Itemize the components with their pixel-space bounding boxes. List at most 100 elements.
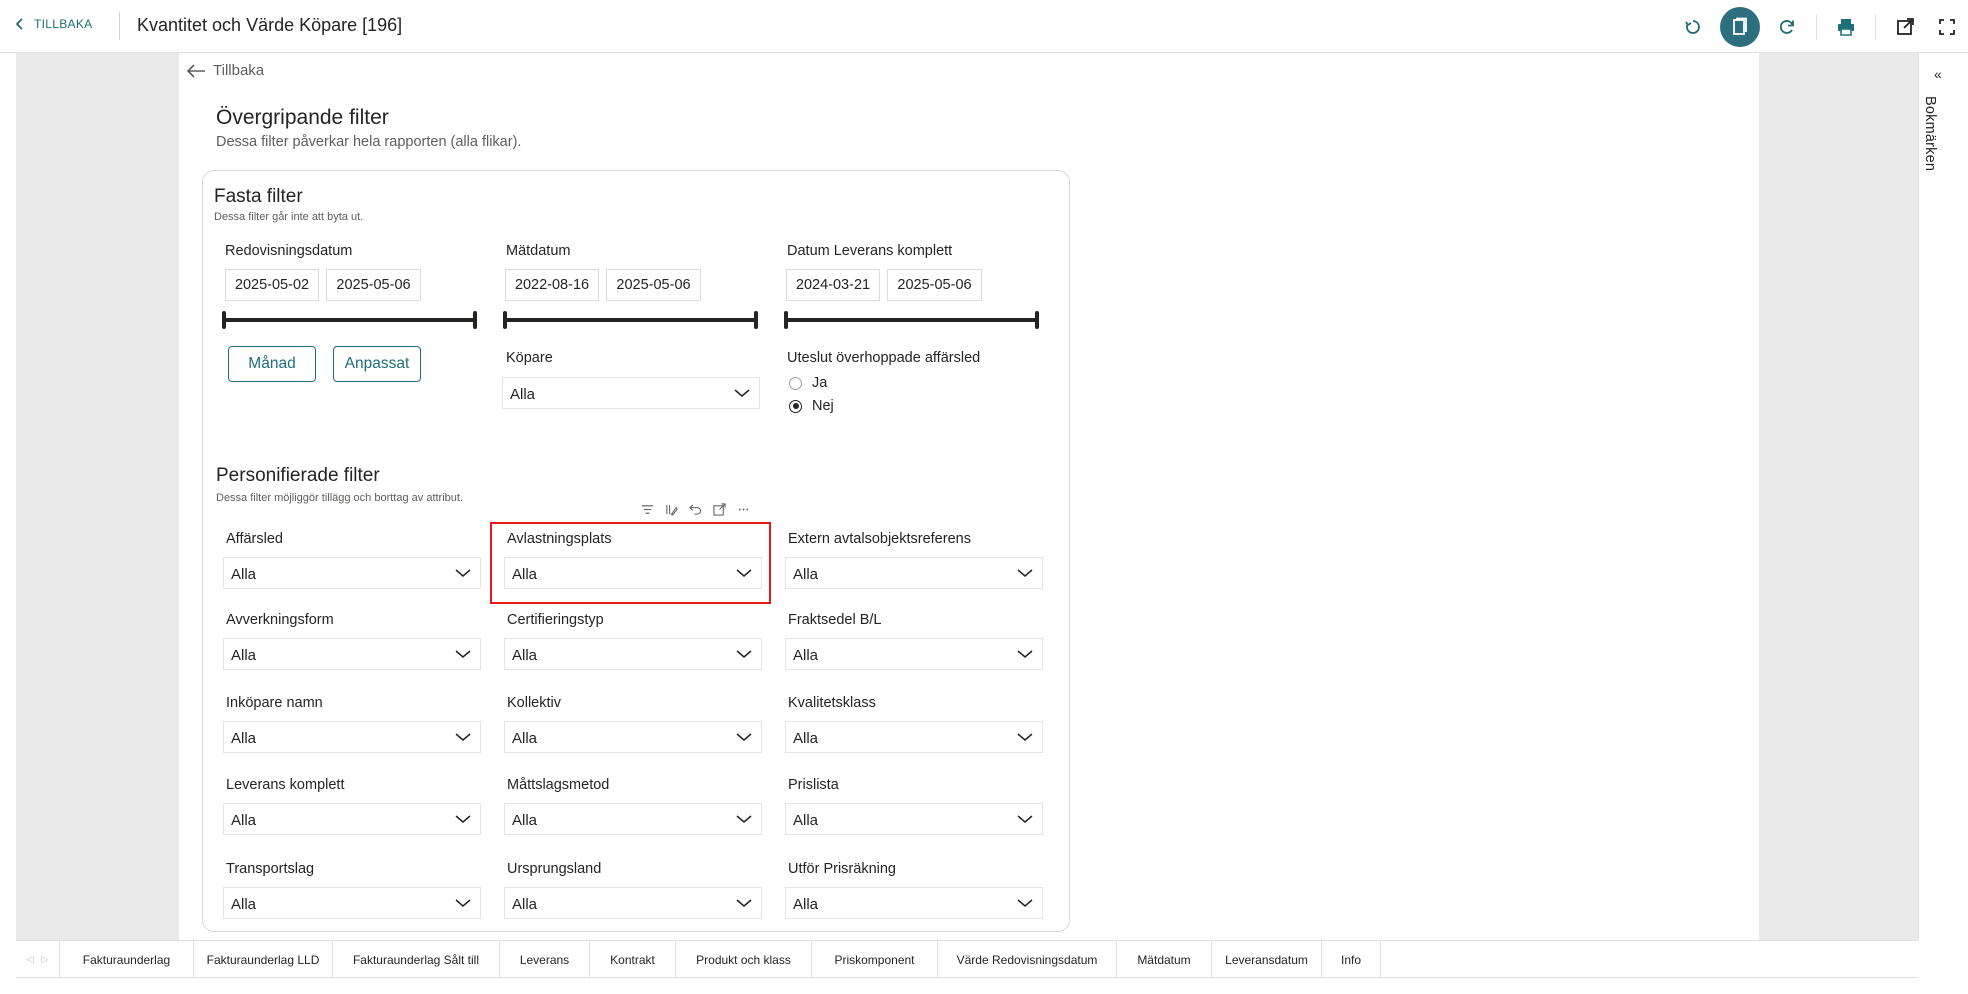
slider-track <box>784 318 1039 322</box>
divider <box>119 12 120 40</box>
slider-handle-start[interactable] <box>222 311 226 329</box>
reset-icon[interactable] <box>1672 6 1714 48</box>
fasta-filter-title: Fasta filter <box>214 186 303 207</box>
personifierade-filter-title: Personifierade filter <box>216 465 380 486</box>
avverkningsform-dropdown[interactable]: Alla <box>223 638 481 670</box>
anpassat-button[interactable]: Anpassat <box>333 346 421 382</box>
tab-kontrakt[interactable]: Kontrakt <box>589 941 675 978</box>
format-icon[interactable] <box>664 502 678 516</box>
tab-info[interactable]: Info <box>1321 941 1381 978</box>
inner-back-button[interactable]: Tillbaka <box>185 62 264 79</box>
chevron-down-icon <box>455 650 471 658</box>
filter-icon[interactable] <box>640 502 654 516</box>
matdatum-label: Mätdatum <box>506 243 571 259</box>
focus-mode-icon[interactable] <box>712 502 726 516</box>
inkopare-namn-dropdown[interactable]: Alla <box>223 721 481 753</box>
tab-leveransdatum[interactable]: Leveransdatum <box>1211 941 1321 978</box>
top-bar: TILLBAKA Kvantitet och Värde Köpare [196… <box>0 0 1968 53</box>
print-icon[interactable] <box>1825 6 1867 48</box>
redovisningsdatum-slider[interactable] <box>222 311 477 329</box>
slider-handle-end[interactable] <box>754 311 758 329</box>
uteslut-option-ja[interactable]: Ja <box>789 375 827 391</box>
overgripande-subtitle: Dessa filter påverkar hela rapporten (al… <box>216 134 522 150</box>
redovisningsdatum-to-input[interactable]: 2025-05-06 <box>326 269 421 301</box>
slider-handle-end[interactable] <box>473 311 477 329</box>
extern-avtalsobjektsreferens-dropdown[interactable]: Alla <box>785 557 1043 589</box>
chevron-down-icon <box>734 389 750 397</box>
bookmarks-label[interactable]: Bokmärken <box>1922 96 1938 171</box>
utfor-prisrakning-dropdown[interactable]: Alla <box>785 887 1043 919</box>
tab-priskomponent[interactable]: Priskomponent <box>811 941 937 978</box>
tab-varde-redovisningsdatum[interactable]: Värde Redovisningsdatum <box>937 941 1116 978</box>
collapse-pane-icon[interactable]: « <box>1934 66 1942 82</box>
leverans-komplett-to-input[interactable]: 2025-05-06 <box>887 269 982 301</box>
kollektiv-dropdown[interactable]: Alla <box>504 721 762 753</box>
uteslut-label: Uteslut överhoppade affärsled <box>787 350 981 366</box>
matdatum-to-input[interactable]: 2025-05-06 <box>606 269 701 301</box>
radio-button[interactable] <box>789 376 802 390</box>
top-toolbar <box>1672 0 1968 53</box>
dropdown-value: Alla <box>231 730 257 747</box>
slider-track <box>503 318 758 322</box>
fullscreen-icon[interactable] <box>1926 6 1968 48</box>
tab-fakturaunderlag[interactable]: Fakturaunderlag <box>59 941 193 978</box>
utfor-prisrakning-label: Utför Prisräkning <box>788 861 896 877</box>
scroll-right-icon[interactable]: ▷ <box>42 954 49 965</box>
transportslag-dropdown[interactable]: Alla <box>223 887 481 919</box>
matdatum-slider[interactable] <box>503 311 758 329</box>
dropdown-value: Alla <box>231 896 257 913</box>
back-label: TILLBAKA <box>34 17 93 31</box>
ursprungsland-dropdown[interactable]: Alla <box>504 887 762 919</box>
bookmarks-pane <box>1918 53 1968 940</box>
tab-leverans[interactable]: Leverans <box>499 941 589 978</box>
slider-handle-start[interactable] <box>503 311 507 329</box>
chevron-down-icon <box>455 899 471 907</box>
tab-matdatum[interactable]: Mätdatum <box>1116 941 1211 978</box>
dropdown-value: Alla <box>793 566 819 583</box>
leverans-komplett-slider[interactable] <box>784 311 1039 329</box>
back-button[interactable]: TILLBAKA <box>14 17 92 31</box>
personifierade-filter-subtitle: Dessa filter möjliggör tillägg och bortt… <box>216 492 464 504</box>
tab-produkt-och-klass[interactable]: Produkt och klass <box>675 941 811 978</box>
kvalitetsklass-dropdown[interactable]: Alla <box>785 721 1043 753</box>
open-external-icon[interactable] <box>1884 6 1926 48</box>
fraktsedel-b-l-dropdown[interactable]: Alla <box>785 638 1043 670</box>
certifieringstyp-dropdown[interactable]: Alla <box>504 638 762 670</box>
prislista-label: Prislista <box>788 777 839 793</box>
more-options-icon[interactable] <box>736 502 750 516</box>
mattslagsmetod-dropdown[interactable]: Alla <box>504 803 762 835</box>
chevron-down-icon <box>1017 650 1033 658</box>
undo-icon[interactable] <box>688 502 702 516</box>
dropdown-value: Alla <box>510 386 536 403</box>
report-title: Kvantitet och Värde Köpare [196] <box>137 15 403 35</box>
dropdown-value: Alla <box>793 812 819 829</box>
scroll-left-icon[interactable]: ◁ <box>27 954 34 965</box>
prislista-dropdown[interactable]: Alla <box>785 803 1043 835</box>
manad-button[interactable]: Månad <box>228 346 316 382</box>
refresh-icon[interactable] <box>1766 6 1808 48</box>
dropdown-value: Alla <box>231 647 257 664</box>
fraktsedel-b-l-label: Fraktsedel B/L <box>788 612 882 628</box>
page-tabs: ◁ ▷ Fakturaunderlag Fakturaunderlag LLD Fa… <box>16 940 1918 978</box>
tab-fakturaunderlag-salt-till[interactable]: Fakturaunderlag Sålt till <box>332 941 499 978</box>
inkopare-namn-label: Inköpare namn <box>226 695 323 711</box>
leverans-komplett-datum-label: Datum Leverans komplett <box>787 243 953 259</box>
affarsled-dropdown[interactable]: Alla <box>223 557 481 589</box>
slider-handle-start[interactable] <box>784 311 788 329</box>
kopare-label: Köpare <box>506 350 553 366</box>
chevron-down-icon <box>455 815 471 823</box>
radio-button-selected[interactable] <box>789 399 802 413</box>
radio-label: Nej <box>812 398 834 414</box>
matdatum-from-input[interactable]: 2022-08-16 <box>505 269 599 301</box>
chevron-down-icon <box>455 569 471 577</box>
leverans-komplett-from-input[interactable]: 2024-03-21 <box>786 269 880 301</box>
bookmark-icon[interactable] <box>1720 6 1760 47</box>
dropdown-value: Alla <box>793 896 819 913</box>
slider-handle-end[interactable] <box>1035 311 1039 329</box>
kopare-dropdown[interactable]: Alla <box>502 377 760 409</box>
tab-fakturaunderlag-lld[interactable]: Fakturaunderlag LLD <box>193 941 332 978</box>
redovisningsdatum-from-input[interactable]: 2025-05-02 <box>225 269 319 301</box>
uteslut-option-nej[interactable]: Nej <box>789 398 834 414</box>
leverans-komplett-dropdown[interactable]: Alla <box>223 803 481 835</box>
slider-track <box>222 318 477 322</box>
